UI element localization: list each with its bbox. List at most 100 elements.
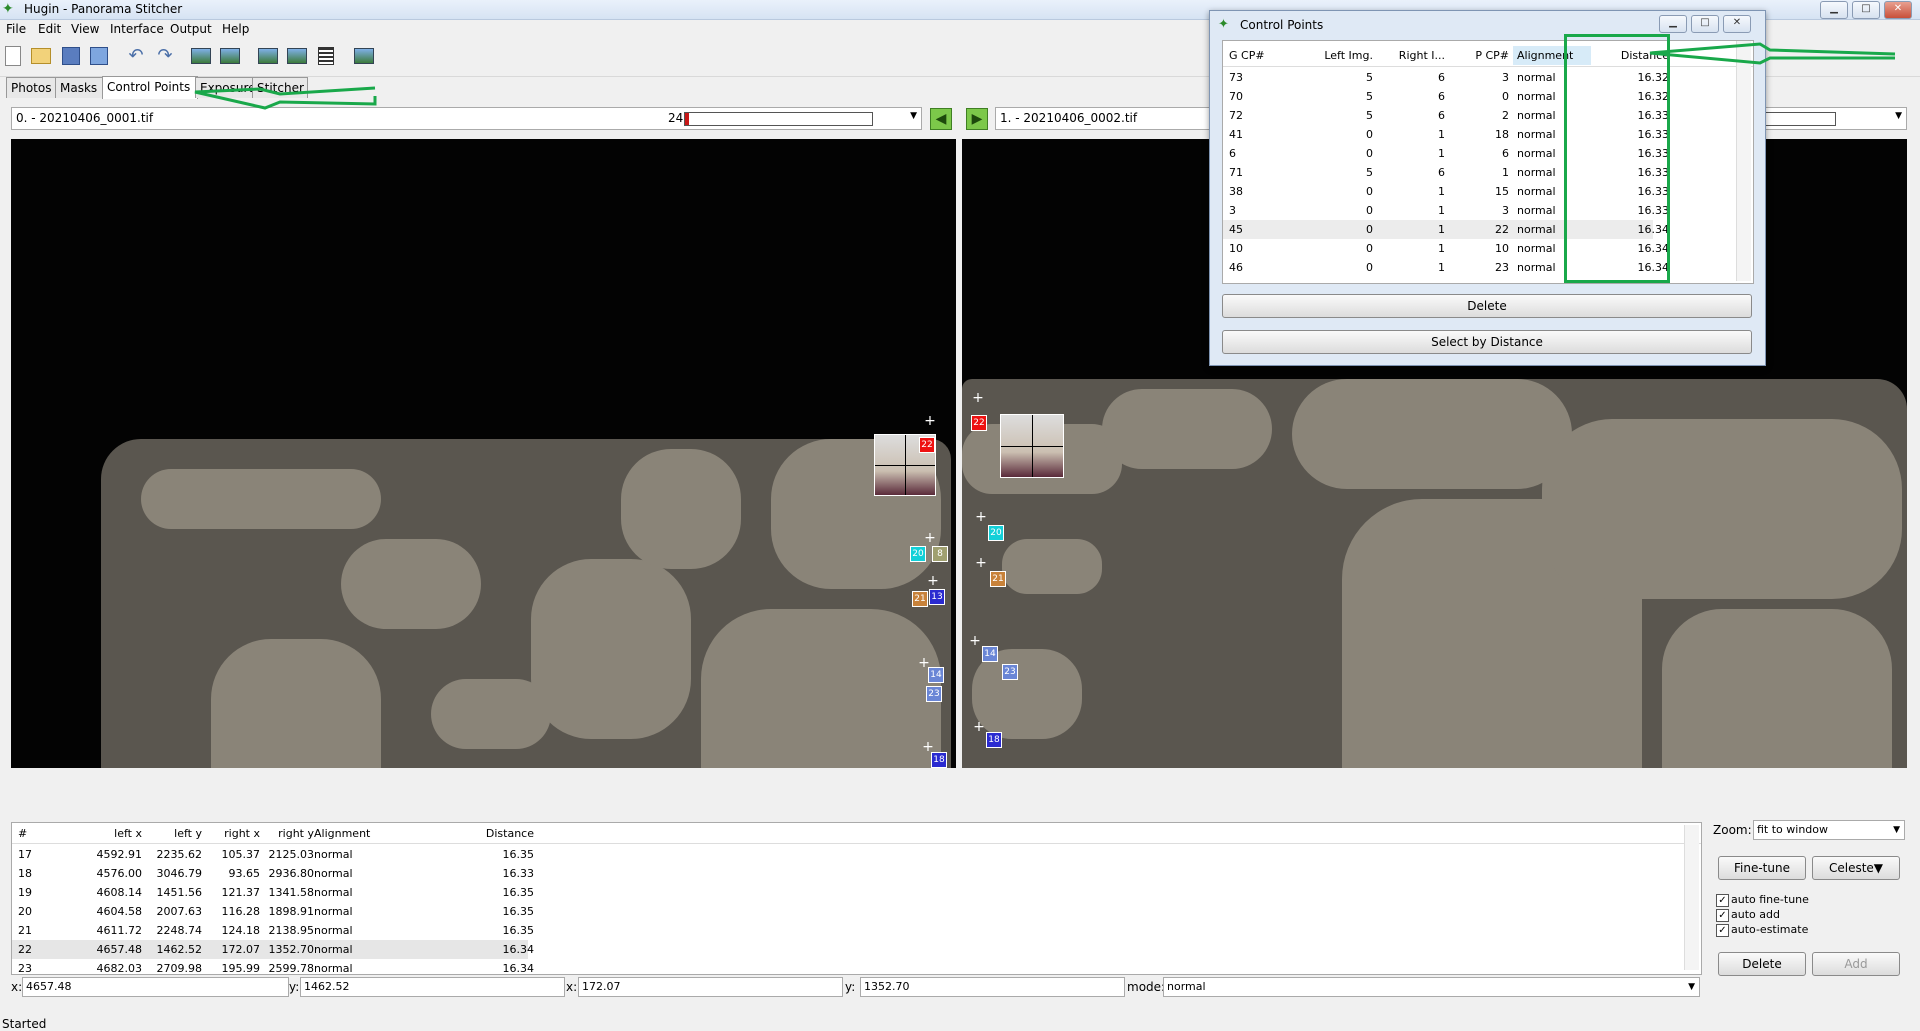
- col-header-alignment[interactable]: Alignment: [314, 827, 370, 840]
- cp-marker-icon[interactable]: +: [923, 414, 937, 428]
- cp-marker-icon[interactable]: +: [971, 391, 985, 405]
- table-row[interactable]: 17 4592.91 2235.62 105.37 2125.03 normal 16.35: [12, 845, 534, 864]
- control-point-table[interactable]: # left x left y right x right y Alignmen…: [11, 822, 1702, 975]
- prev-image-button[interactable]: ◀: [930, 108, 952, 130]
- new-project-button[interactable]: [2, 45, 24, 67]
- dlg-col-gcp[interactable]: G CP#: [1229, 49, 1265, 62]
- assistant-button[interactable]: [353, 45, 375, 67]
- cp-marker-icon[interactable]: +: [974, 556, 988, 570]
- undo-button[interactable]: ↶: [125, 45, 147, 67]
- col-header-right-y[interactable]: right y: [260, 827, 314, 840]
- cp-marker-icon[interactable]: +: [926, 574, 940, 588]
- cp-marker-icon[interactable]: +: [923, 531, 937, 545]
- preview-icon: [287, 48, 307, 64]
- table-row[interactable]: 20 4604.58 2007.63 116.28 1898.91 normal 16.35: [12, 902, 534, 921]
- optimize-button[interactable]: [315, 45, 337, 67]
- tab-masks[interactable]: Masks: [55, 77, 105, 98]
- table-row[interactable]: 18 4576.00 3046.79 93.65 2936.80 normal 16.33: [12, 864, 534, 883]
- cp-marker-icon[interactable]: +: [974, 510, 988, 524]
- menu-view[interactable]: View: [71, 22, 99, 36]
- table-cell: 2138.95: [268, 924, 315, 937]
- fine-tune-button[interactable]: Fine-tune: [1718, 856, 1806, 880]
- table-scrollbar[interactable]: [1684, 825, 1699, 970]
- dlg-col-pcp[interactable]: P CP#: [1445, 49, 1509, 62]
- next-image-button[interactable]: ▶: [966, 108, 988, 130]
- cp-label[interactable]: 18: [986, 732, 1002, 748]
- preview-button[interactable]: [286, 45, 308, 67]
- auto-add-checkbox[interactable]: ✓: [1716, 909, 1729, 922]
- delete-cp-button[interactable]: Delete: [1718, 952, 1806, 976]
- zoom-select[interactable]: fit to window ▼: [1753, 820, 1905, 840]
- table-cell: normal: [314, 905, 353, 918]
- dialog-cp-table[interactable]: G CP# Left Img. Right I... P CP# Alignme…: [1222, 40, 1754, 284]
- save-button[interactable]: [60, 45, 82, 67]
- redo-button[interactable]: ↷: [154, 45, 176, 67]
- celeste-button[interactable]: Celeste▼: [1812, 856, 1900, 880]
- menu-file[interactable]: File: [6, 22, 26, 36]
- list-icon: [318, 47, 334, 65]
- right-y-input[interactable]: 1352.70: [860, 977, 1125, 997]
- cp-label[interactable]: 23: [926, 686, 942, 702]
- cp-label[interactable]: 21: [912, 591, 928, 607]
- table-row[interactable]: 19 4608.14 1451.56 121.37 1341.58 normal 16.35: [12, 883, 534, 902]
- col-header-number[interactable]: #: [18, 827, 27, 840]
- col-header-distance[interactable]: Distance: [442, 827, 534, 840]
- menu-edit[interactable]: Edit: [38, 22, 61, 36]
- cp-label[interactable]: 13: [929, 589, 945, 605]
- add-cp-button[interactable]: Add: [1812, 952, 1900, 976]
- mode-select[interactable]: normal ▼: [1163, 977, 1700, 997]
- table-cell: 4608.14: [96, 886, 143, 899]
- left-y-input[interactable]: 1462.52: [300, 977, 565, 997]
- col-header-right-x[interactable]: right x: [192, 827, 260, 840]
- maximize-button[interactable]: □: [1852, 1, 1880, 19]
- add-time-series-button[interactable]: [219, 45, 241, 67]
- gl-preview-button[interactable]: [257, 45, 279, 67]
- dialog-table-scrollbar[interactable]: [1736, 41, 1751, 281]
- dialog-maximize-button[interactable]: □: [1691, 15, 1719, 33]
- cp-label[interactable]: 8: [932, 546, 948, 562]
- table-row[interactable]: 21 4611.72 2248.74 124.18 2138.95 normal 16.35: [12, 921, 534, 940]
- cp-label[interactable]: 23: [1002, 664, 1018, 680]
- left-image-select[interactable]: 0. - 20210406_0001.tif 24 ▼: [11, 107, 922, 130]
- dialog-delete-button[interactable]: Delete: [1222, 294, 1752, 318]
- auto-estimate-checkbox[interactable]: ✓: [1716, 924, 1729, 937]
- cp-marker-icon[interactable]: +: [968, 634, 982, 648]
- menu-interface[interactable]: Interface: [110, 22, 164, 36]
- open-project-button[interactable]: [30, 45, 52, 67]
- right-x-input[interactable]: 172.07: [578, 977, 843, 997]
- tab-photos[interactable]: Photos: [6, 77, 58, 98]
- dialog-close-button[interactable]: ✕: [1723, 15, 1751, 33]
- auto-fine-tune-checkbox[interactable]: ✓: [1716, 894, 1729, 907]
- y1-label: y:: [289, 980, 300, 994]
- cp-label[interactable]: 14: [982, 646, 998, 662]
- cp-label[interactable]: 21: [990, 571, 1006, 587]
- cp-label[interactable]: 14: [928, 667, 944, 683]
- save-as-button[interactable]: [88, 45, 110, 67]
- table-cell: 195.99: [221, 962, 261, 975]
- select-by-distance-button[interactable]: Select by Distance: [1222, 330, 1752, 354]
- dlg-col-left-img[interactable]: Left Img.: [1291, 49, 1373, 62]
- menu-output[interactable]: Output: [170, 22, 212, 36]
- cp-label[interactable]: 20: [988, 525, 1004, 541]
- minimize-button[interactable]: ▁: [1820, 1, 1848, 19]
- dlg-col-right-img[interactable]: Right I...: [1373, 49, 1445, 62]
- cp-label[interactable]: 20: [910, 546, 926, 562]
- col-header-left-x[interactable]: left x: [82, 827, 142, 840]
- left-x-input[interactable]: 4657.48: [22, 977, 289, 997]
- close-button[interactable]: ✕: [1884, 1, 1912, 19]
- table-row[interactable]: 22 4657.48 1462.52 172.07 1352.70 normal 16.34: [12, 940, 534, 959]
- dialog-minimize-button[interactable]: ▁: [1659, 15, 1687, 33]
- add-images-button[interactable]: [190, 45, 212, 67]
- menu-help[interactable]: Help: [222, 22, 249, 36]
- dialog-table-cell: 5: [1366, 90, 1373, 103]
- cp-marker-icon[interactable]: +: [972, 720, 986, 734]
- table-row[interactable]: 23 4682.03 2709.98 195.99 2599.78 normal 16.34: [12, 959, 534, 978]
- tab-control-points[interactable]: Control Points: [102, 76, 198, 99]
- cp-label[interactable]: 22: [971, 415, 987, 431]
- dialog-table-cell: 6: [1438, 109, 1445, 122]
- left-image-view[interactable]: + 22 + 20 8 + 21 13 + 14 23 + 18: [11, 139, 956, 768]
- table-cell: 16.35: [502, 848, 535, 861]
- table-cell: 4576.00: [96, 867, 143, 880]
- cp-label[interactable]: 18: [931, 752, 947, 768]
- cp-label[interactable]: 22: [919, 437, 935, 453]
